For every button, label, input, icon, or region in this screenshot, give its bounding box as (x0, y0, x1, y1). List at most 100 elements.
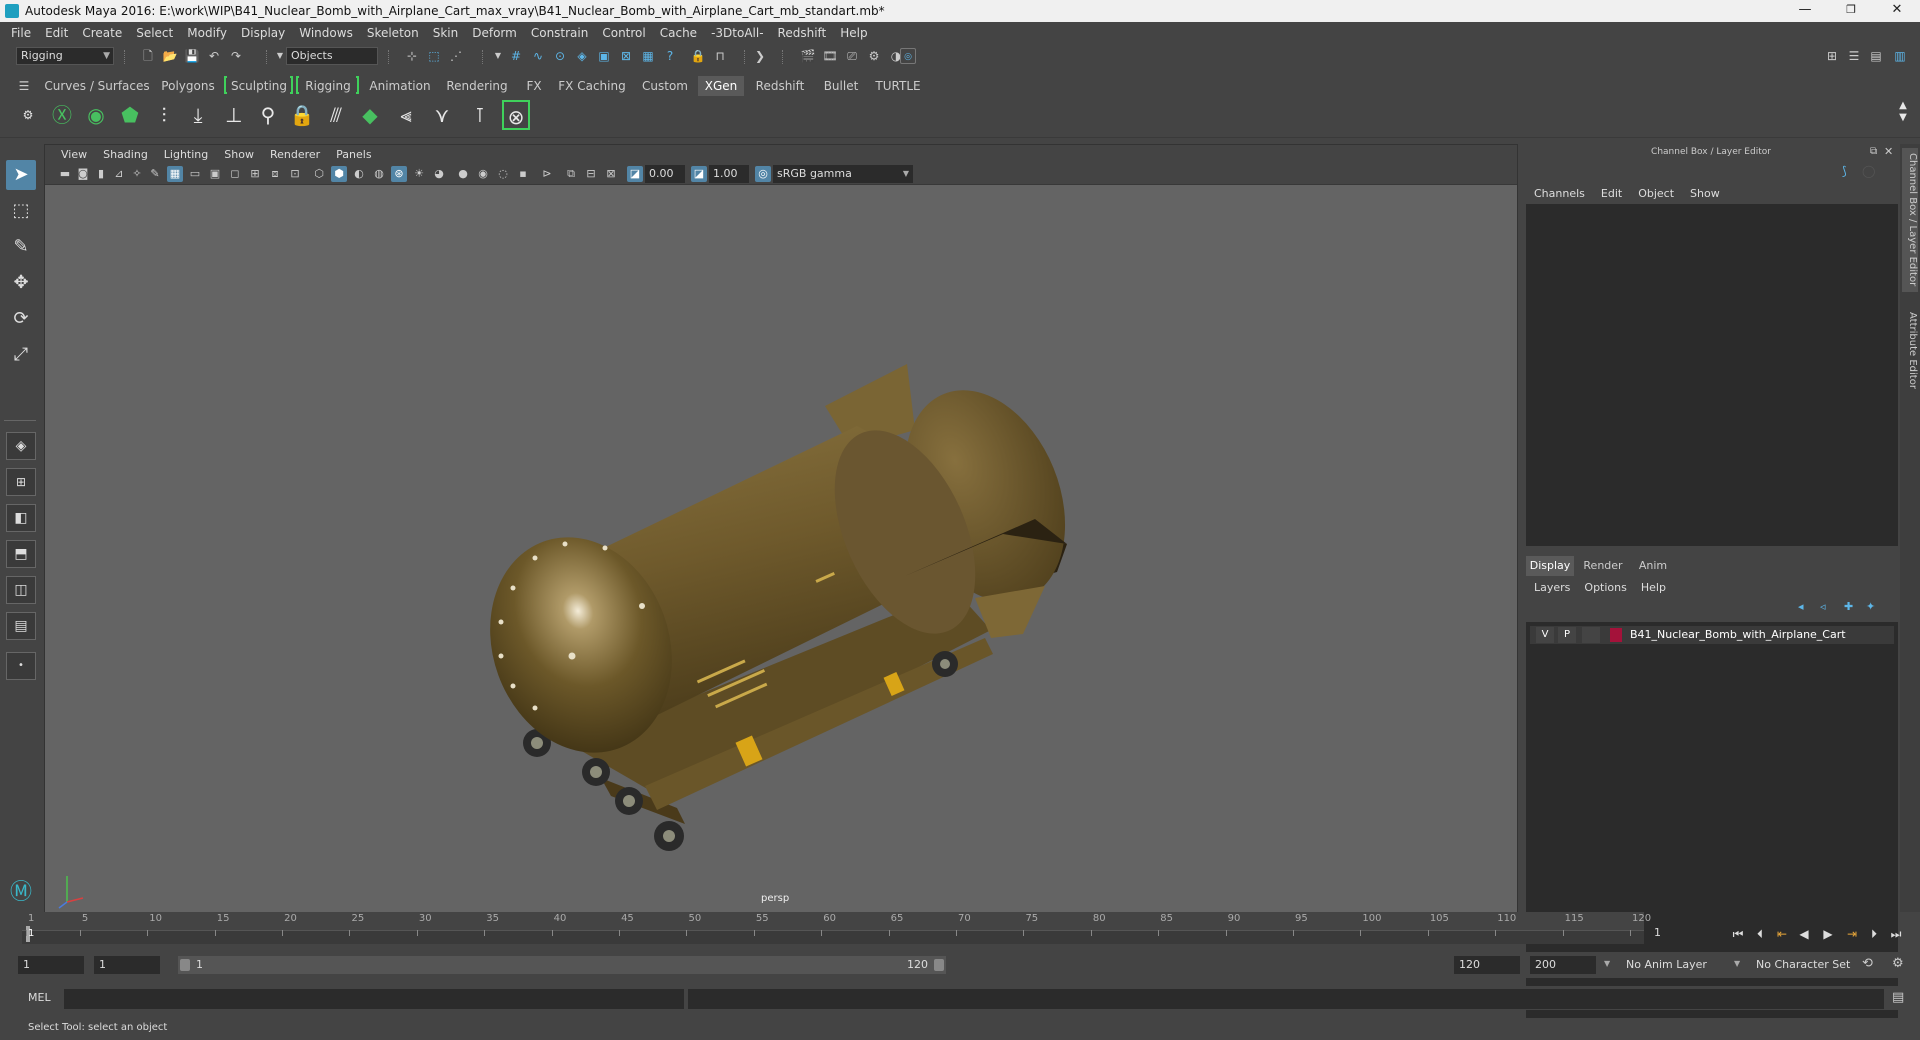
menu-constrain[interactable]: Constrain (524, 26, 596, 40)
xgen-editor-icon[interactable]: Ⓧ (48, 100, 76, 130)
gamma-icon[interactable]: ◪ (691, 166, 707, 182)
cut-guide-icon[interactable]: ⊺ (466, 100, 494, 130)
cb-menu-edit[interactable]: Edit (1601, 187, 1630, 200)
add-guide-icon[interactable]: ⤓ (184, 100, 212, 130)
play-backwards-icon[interactable]: ◀ (1796, 926, 1812, 942)
go-to-end-icon[interactable]: ⏭ (1888, 926, 1904, 942)
step-forward-key-icon[interactable]: ⇥ (1844, 926, 1860, 942)
layer-visibility-toggle[interactable]: V (1536, 627, 1554, 643)
vp-menu-panels[interactable]: Panels (328, 148, 379, 161)
ipr-render-icon[interactable]: ⎚ (844, 48, 860, 64)
color-management-icon[interactable]: ◎ (755, 166, 771, 182)
shelf-tab-custom[interactable]: Custom (636, 76, 694, 96)
render-frame-icon[interactable]: 🎞 (822, 48, 838, 64)
range-end-handle[interactable] (934, 959, 944, 971)
vp-menu-shading[interactable]: Shading (95, 148, 156, 161)
layer-name[interactable]: B41_Nuclear_Bomb_with_Airplane_Cart (1630, 627, 1846, 643)
shelf-tab-sculpting[interactable]: Sculpting (228, 76, 290, 96)
menu-modify[interactable]: Modify (180, 26, 234, 40)
shelf-tab-rigging[interactable]: Rigging (300, 76, 356, 96)
redo-icon[interactable]: ↷ (228, 48, 244, 64)
render-view-icon[interactable]: 🎬 (800, 48, 816, 64)
move-layer-down-icon[interactable]: ◃ (1820, 600, 1826, 613)
command-language-toggle[interactable]: MEL (28, 991, 51, 1004)
shelf-scroll-icon[interactable]: ▲ ▼ (1896, 100, 1910, 130)
undo-icon[interactable]: ↶ (206, 48, 222, 64)
menu-cache[interactable]: Cache (653, 26, 704, 40)
anti-aliasing-icon[interactable]: ◉ (475, 166, 491, 182)
step-back-key-icon[interactable]: ⇤ (1774, 926, 1790, 942)
image-plane-icon[interactable]: ⊿ (111, 166, 127, 182)
camera-attributes-icon[interactable]: ◙ (75, 166, 91, 182)
magnet-icon[interactable]: ⊓ (712, 48, 728, 64)
animation-end-field[interactable]: 200 (1530, 956, 1596, 974)
current-frame-field[interactable]: 1 (1648, 924, 1716, 942)
select-hierarchy-icon[interactable]: ⊹ (404, 48, 420, 64)
le-menu-layers[interactable]: Layers (1534, 581, 1570, 594)
place-guide-icon[interactable]: ⊥ (220, 100, 248, 130)
shelf-tab-animation[interactable]: Animation (364, 76, 436, 96)
resolution-gate-icon[interactable]: ▣ (207, 166, 223, 182)
2d-pan-zoom-icon[interactable]: ✧ (129, 166, 145, 182)
step-back-frame-icon[interactable]: ⏴ (1752, 926, 1768, 942)
selection-mode-dropdown[interactable]: Objects (286, 47, 378, 65)
four-view-layout-icon[interactable]: ⊞ (6, 468, 36, 496)
wireframe-on-shaded-icon[interactable]: ◐ (351, 166, 367, 182)
shelf-tab-rendering[interactable]: Rendering (442, 76, 512, 96)
auto-key-icon[interactable]: ⟲ (1862, 956, 1873, 971)
shelf-tab-xgen[interactable]: XGen (698, 76, 744, 96)
paint-select-tool-icon[interactable]: ✎ (6, 232, 36, 262)
select-tool-icon[interactable]: ➤ (6, 160, 36, 190)
snap-surface-icon[interactable]: ▣ (596, 48, 612, 64)
play-forwards-icon[interactable]: ▶ (1820, 926, 1836, 942)
new-scene-icon[interactable]: 🗋 (140, 48, 156, 64)
workspace-icon[interactable]: ⊞ (1824, 48, 1840, 64)
input-output-icon[interactable]: ❯ (752, 48, 768, 64)
xgen-delete-icon[interactable]: ⊗ (502, 100, 530, 130)
select-object-icon[interactable]: ⬚ (426, 48, 442, 64)
attribute-editor-toggle-icon[interactable]: ▤ (1868, 48, 1884, 64)
layer-display-type-toggle[interactable] (1582, 627, 1600, 643)
film-gate-icon[interactable]: ▭ (187, 166, 203, 182)
shelf-tab-turtle[interactable]: TURTLE (872, 76, 924, 96)
channel-box-toggle-icon[interactable]: ▥ (1892, 48, 1908, 64)
xray-icon[interactable]: ▪ (515, 166, 531, 182)
vp-menu-view[interactable]: View (53, 148, 95, 161)
camera-select-icon[interactable]: ▬ (57, 166, 73, 182)
shelf-tab-fx[interactable]: FX (518, 76, 550, 96)
step-forward-frame-icon[interactable]: ⏵ (1866, 926, 1882, 942)
layer-playback-toggle[interactable]: P (1558, 627, 1576, 643)
help-icon[interactable]: ? (662, 48, 678, 64)
tab-anim[interactable]: Anim (1632, 556, 1674, 576)
depth-of-field-icon[interactable]: ◌ (495, 166, 511, 182)
construction-history-icon[interactable]: ▦ (640, 48, 656, 64)
use-all-lights-icon[interactable]: ⊛ (391, 166, 407, 182)
safe-title-icon[interactable]: ⊡ (287, 166, 303, 182)
menu-file[interactable]: File (4, 26, 38, 40)
chevron-down-icon[interactable]: ▼ (1734, 959, 1740, 968)
cb-menu-channels[interactable]: Channels (1534, 187, 1593, 200)
le-menu-help[interactable]: Help (1641, 581, 1666, 594)
rotate-tool-icon[interactable]: ⟳ (6, 304, 36, 334)
channel-box-content[interactable] (1526, 204, 1898, 546)
open-scene-icon[interactable]: 📂 (162, 48, 178, 64)
go-to-start-icon[interactable]: ⏮ (1730, 926, 1746, 942)
lock-guide-icon[interactable]: 🔒 (288, 100, 316, 130)
shelf-tab-curves-surfaces[interactable]: Curves / Surfaces (44, 76, 150, 96)
persp-outliner-layout-icon[interactable]: ◫ (6, 576, 36, 604)
side-by-side-layout-icon[interactable]: ◧ (6, 504, 36, 532)
sidetab-channel-box[interactable]: Channel Box / Layer Editor (1902, 148, 1918, 292)
lasso-tool-icon[interactable]: ⬚ (6, 196, 36, 226)
menu-help[interactable]: Help (833, 26, 874, 40)
safe-action-icon[interactable]: ⧈ (267, 166, 283, 182)
isolate-select-icon[interactable]: ⊳ (539, 166, 555, 182)
snap-curve-icon[interactable]: ∿ (530, 48, 546, 64)
menu-windows[interactable]: Windows (292, 26, 360, 40)
restore-button[interactable]: ❐ (1828, 0, 1874, 22)
new-layer-selected-icon[interactable]: ✦ (1866, 600, 1875, 613)
motion-blur-icon[interactable]: ● (455, 166, 471, 182)
layer-color-swatch[interactable] (1610, 628, 1622, 642)
time-slider-track[interactable] (22, 930, 1644, 944)
menu-deform[interactable]: Deform (465, 26, 524, 40)
single-perspective-layout-icon[interactable]: ◈ (6, 432, 36, 460)
